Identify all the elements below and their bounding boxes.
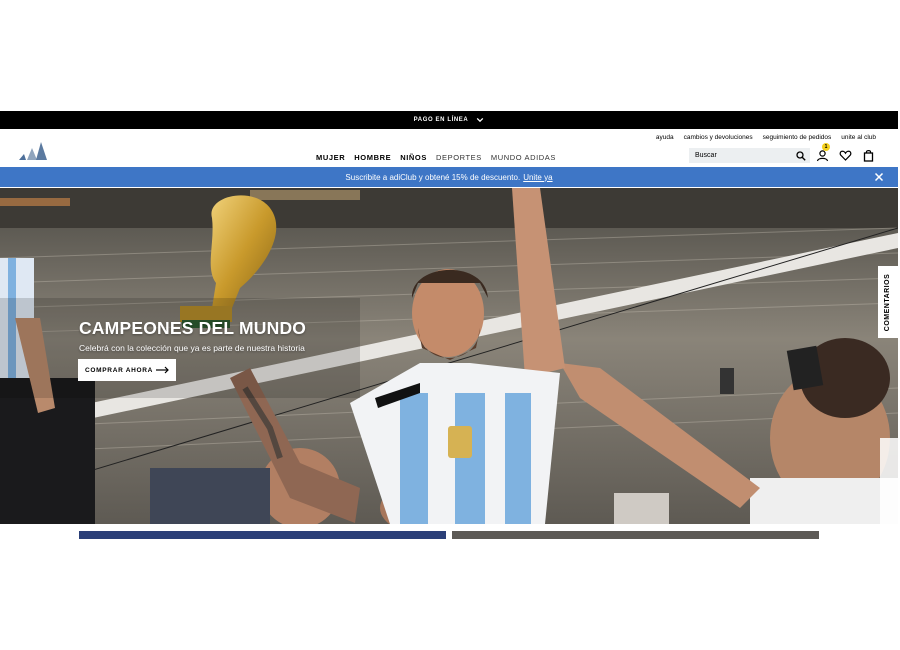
account-badge: 1 (822, 143, 830, 151)
nav-item-mujer[interactable]: MUJER (316, 153, 345, 162)
wishlist-heart-icon[interactable] (839, 149, 852, 162)
hero-image (0, 188, 898, 524)
promo-card-left[interactable] (79, 531, 446, 539)
shopping-bag-icon[interactable] (862, 149, 875, 162)
account-icon[interactable]: 1 (816, 143, 830, 162)
hero-title: CAMPEONES DEL MUNDO (79, 318, 307, 338)
promo-join-link[interactable]: Unite ya (523, 173, 552, 182)
returns-link[interactable]: cambios y devoluciones (684, 134, 753, 141)
adidas-logo[interactable] (18, 141, 48, 161)
shop-now-button[interactable]: COMPRAR AHORA (78, 359, 176, 381)
promo-banner: Suscribite a adiClub y obtené 15% de des… (0, 167, 898, 187)
arrow-right-icon (156, 366, 169, 374)
browser-page: PAGO EN LÍNEA ayuda cambios y devolucion… (0, 111, 898, 539)
header-icons: 1 (816, 143, 875, 162)
help-link[interactable]: ayuda (656, 134, 674, 141)
order-tracking-link[interactable]: seguimiento de pedidos (763, 134, 832, 141)
hero-subtitle: Celebrá con la colección que ya es parte… (79, 343, 305, 353)
promo-card-right[interactable] (452, 531, 819, 539)
search-input[interactable] (695, 152, 796, 159)
hero-banner[interactable]: CAMPEONES DEL MUNDO Celebrá con la colec… (0, 188, 898, 524)
announcement-text: PAGO EN LÍNEA (413, 117, 469, 123)
main-nav: MUJER HOMBRE NIÑOS DEPORTES MUNDO ADIDAS (316, 153, 556, 162)
feedback-tab-label: COMENTARIOS (884, 273, 892, 331)
feedback-tab[interactable]: COMENTARIOS (878, 266, 898, 338)
site-header: ayuda cambios y devoluciones seguimiento… (0, 129, 898, 167)
nav-item-ninos[interactable]: NIÑOS (400, 153, 427, 162)
shop-now-label: COMPRAR AHORA (85, 366, 154, 374)
search-box (689, 148, 810, 163)
join-club-link[interactable]: unite al club (841, 134, 876, 141)
nav-item-mundo-adidas[interactable]: MUNDO ADIDAS (491, 153, 556, 162)
utility-links: ayuda cambios y devoluciones seguimiento… (656, 134, 876, 141)
promo-text: Suscribite a adiClub y obtené 15% de des… (345, 172, 521, 182)
nav-item-hombre[interactable]: HOMBRE (354, 153, 391, 162)
top-announcement-bar[interactable]: PAGO EN LÍNEA (0, 111, 898, 129)
close-icon[interactable] (874, 172, 884, 182)
chevron-down-icon (477, 117, 484, 123)
search-icon[interactable] (796, 150, 806, 161)
nav-item-deportes[interactable]: DEPORTES (436, 153, 482, 162)
